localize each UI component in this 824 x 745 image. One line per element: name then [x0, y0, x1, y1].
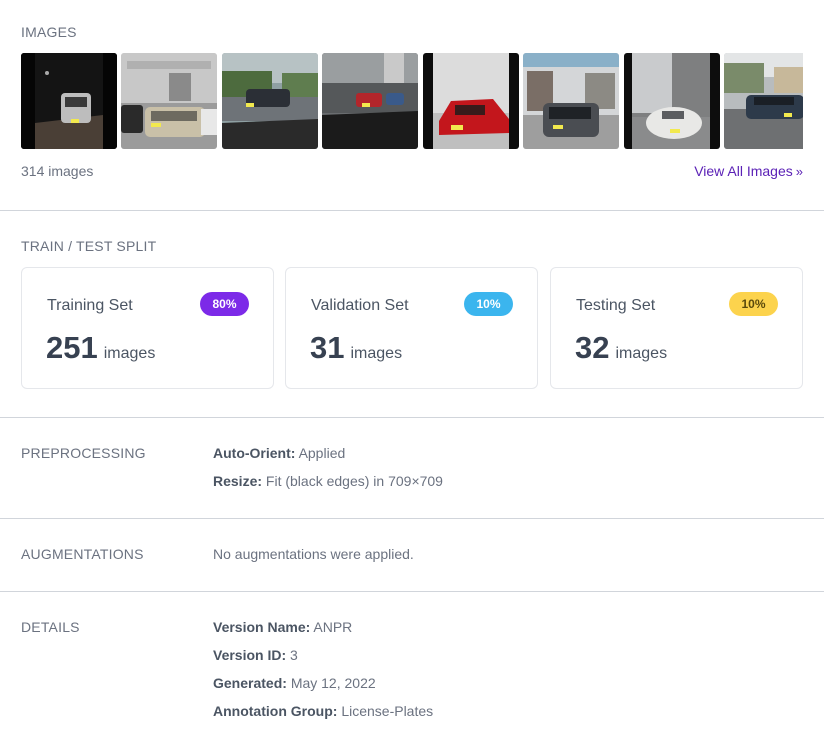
augmentations-section-title: AUGMENTATIONS [21, 546, 144, 562]
image-thumbnail[interactable] [121, 53, 217, 149]
split-percentage-badge: 80% [200, 292, 249, 316]
image-count-value: 251 images [46, 330, 156, 365]
image-thumbnail[interactable] [523, 53, 619, 149]
training-set-card: Training Set 80% 251 images [21, 267, 274, 389]
card-title: Validation Set [311, 297, 409, 314]
details-item-version-name: Version Name: ANPR [213, 619, 353, 635]
image-thumbnail[interactable] [423, 53, 519, 149]
images-section-title: IMAGES [21, 24, 77, 40]
split-percentage-badge: 10% [729, 292, 778, 316]
image-thumbnail[interactable] [724, 53, 803, 149]
image-thumbnail-strip [21, 53, 803, 149]
preprocessing-section: PREPROCESSING Auto-Orient: Applied Resiz… [0, 418, 824, 519]
validation-set-card: Validation Set 10% 31 images [285, 267, 538, 389]
details-item-version-id: Version ID: 3 [213, 647, 298, 663]
split-section-title: TRAIN / TEST SPLIT [21, 238, 157, 254]
view-all-images-link[interactable]: View All Images» [694, 163, 803, 179]
image-count-value: 32 images [575, 330, 668, 365]
train-test-split-section: TRAIN / TEST SPLIT Training Set 80% 251 i… [0, 211, 824, 418]
preprocessing-item: Auto-Orient: Applied [213, 445, 346, 461]
image-count: 314 images [21, 163, 94, 179]
details-section: DETAILS Version Name: ANPR Version ID: 3… [0, 592, 824, 745]
card-title: Testing Set [576, 297, 656, 314]
preprocessing-item: Resize: Fit (black edges) in 709×709 [213, 473, 443, 489]
split-percentage-badge: 10% [464, 292, 513, 316]
image-count-value: 31 images [310, 330, 403, 365]
image-thumbnail[interactable] [222, 53, 318, 149]
card-title: Training Set [47, 297, 133, 314]
image-thumbnail[interactable] [624, 53, 720, 149]
details-item-generated: Generated: May 12, 2022 [213, 675, 376, 691]
image-thumbnail[interactable] [322, 53, 418, 149]
preprocessing-section-title: PREPROCESSING [21, 445, 146, 461]
view-all-images-label: View All Images [694, 163, 793, 179]
augmentations-section: AUGMENTATIONS No augmentations were appl… [0, 519, 824, 592]
image-thumbnail[interactable] [21, 53, 117, 149]
details-section-title: DETAILS [21, 619, 80, 635]
augmentations-text: No augmentations were applied. [213, 546, 414, 562]
double-chevron-right-icon: » [795, 164, 803, 179]
images-section: IMAGES 314 images View All Images » [0, 0, 824, 211]
testing-set-card: Testing Set 10% 32 images [550, 267, 803, 389]
details-item-annotation-group: Annotation Group: License-Plates [213, 703, 434, 719]
